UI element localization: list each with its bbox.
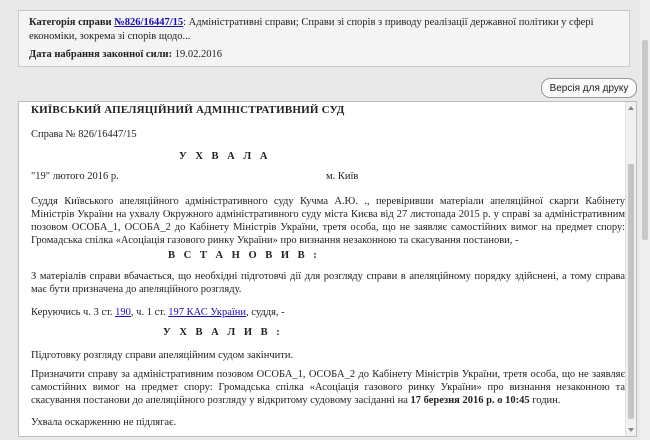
paragraph-final: Ухвала оскарженню не підлягає. xyxy=(31,417,177,428)
article-190-link[interactable]: 190 xyxy=(115,307,131,318)
schedule-end: годин. xyxy=(529,395,561,406)
guided-prefix: Керуючись ч. 3 ст. xyxy=(31,307,116,318)
article-197-link[interactable]: 197 КАС України xyxy=(168,307,246,318)
paragraph-guided: Керуючись ч. 3 ст. 190, ч. 1 ст. 197 КАС… xyxy=(31,306,625,319)
print-version-button[interactable]: Версія для друку xyxy=(541,78,637,98)
established-heading: В С Т А Н О В И В : xyxy=(168,250,320,261)
paragraph-established: З матеріалів справи вбачається, що необх… xyxy=(31,271,625,295)
guided-mid: , ч. 1 ст. xyxy=(130,307,169,318)
page-scrollbar[interactable] xyxy=(640,0,650,440)
case-category-label: Категорія справи xyxy=(29,17,112,28)
paragraph-schedule: Призначити справу за адміністративним по… xyxy=(31,368,625,407)
hearing-datetime: 17 березня 2016 р. о 10:45 xyxy=(410,395,530,406)
ruling-date: "19" лютого 2016 р. xyxy=(31,171,119,182)
effective-date-value: 19.02.2016 xyxy=(174,49,222,60)
case-info-panel: Категорія справи №826/16447/15: Адмініст… xyxy=(18,10,630,67)
court-name: КИЇВСЬКИЙ АПЕЛЯЦІЙНИЙ АДМІНІСТРАТИВНИЙ С… xyxy=(31,104,345,116)
effective-date-row: Дата набрання законної сили: 19.02.2016 xyxy=(29,48,619,62)
case-category-row: Категорія справи №826/16447/15: Адмініст… xyxy=(29,16,619,44)
document-frame[interactable]: КИЇВСЬКИЙ АПЕЛЯЦІЙНИЙ АДМІНІСТРАТИВНИЙ С… xyxy=(18,101,637,437)
document-scrollbar[interactable] xyxy=(625,102,636,436)
scroll-up-arrow-icon[interactable] xyxy=(628,106,634,110)
page-scroll-thumb[interactable] xyxy=(642,40,648,240)
decided-heading: У Х В А Л И В : xyxy=(163,327,283,338)
paragraph-preparation: Підготовку розгляду справи апеляційним с… xyxy=(31,350,294,361)
case-number: Справа № 826/16447/15 xyxy=(31,129,137,140)
case-number-link[interactable]: №826/16447/15 xyxy=(114,17,183,28)
ruling-city: м. Київ xyxy=(326,171,359,182)
date-line: "19" лютого 2016 р. м. Київ xyxy=(31,170,625,183)
paragraph-intro: Суддя Київського апеляційного адміністра… xyxy=(31,196,625,246)
document-scroll-thumb[interactable] xyxy=(628,164,634,419)
ruling-heading: У Х В А Л А xyxy=(179,151,271,162)
effective-date-label: Дата набрання законної сили: xyxy=(29,49,173,60)
guided-suffix: , суддя, - xyxy=(246,307,285,318)
scroll-down-arrow-icon[interactable] xyxy=(628,428,634,432)
